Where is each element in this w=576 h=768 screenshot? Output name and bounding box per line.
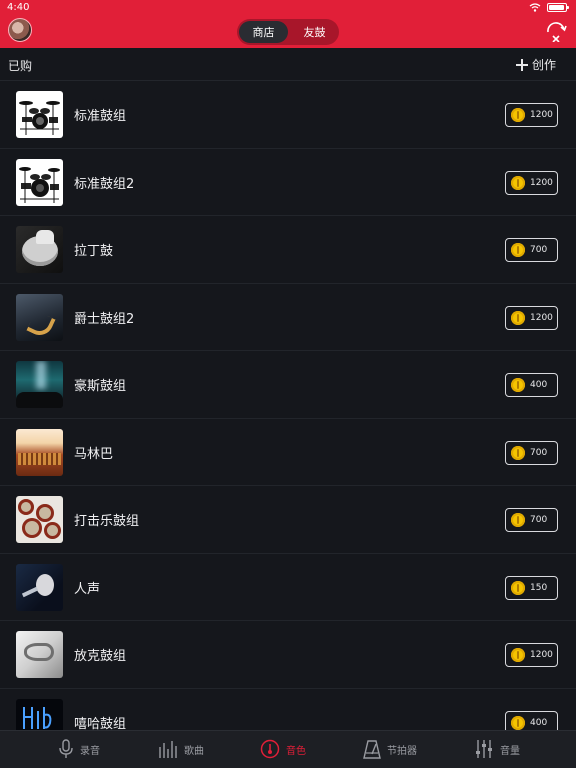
bottom-tab-bar: 录音 歌曲 音色 节拍器 音量 [0,730,576,768]
item-name: 马林巴 [74,446,114,462]
item-name: 豪斯鼓组 [74,379,127,394]
create-button[interactable]: 创作 [515,56,556,73]
tab-tones[interactable]: 音色 [260,739,306,759]
sliders-icon [476,740,492,758]
tab-label: 音色 [286,745,306,757]
metronome-icon [363,740,381,759]
item-name: 放克鼓组 [74,649,127,664]
drum-kit-thumbnail [16,91,63,138]
list-item[interactable]: 放克鼓组 1200 [0,621,576,689]
item-name: 嘻哈鼓组 [74,716,127,731]
list-item[interactable]: 标准鼓组 1200 [0,81,576,149]
item-name: 拉丁鼓 [74,244,114,259]
latin-drum-thumbnail [16,226,63,273]
coin-icon [511,580,525,595]
purchased-title: 已购 [8,59,33,73]
price-button[interactable]: 700 [505,440,558,465]
tab-friends[interactable]: 友鼓 [290,19,339,45]
coin-icon [511,378,525,392]
price-button[interactable]: 400 [505,710,558,730]
price-button[interactable]: 700 [505,238,558,262]
price-value: 700 [530,515,548,525]
create-label: 创作 [531,58,556,72]
tab-metronome[interactable]: 节拍器 [363,739,417,759]
avatar[interactable] [8,18,32,42]
coin-icon [511,175,525,190]
coin-icon [511,310,525,325]
list-item[interactable]: 马林巴 700 [0,419,576,486]
coin-icon [511,445,525,460]
tab-store[interactable]: 商店 [239,21,288,43]
price-button[interactable]: 1200 [505,305,558,330]
price-button[interactable]: 1200 [505,170,558,195]
tab-record[interactable]: 录音 [58,739,100,759]
battery-icon [547,3,569,12]
coin-icon [511,243,525,257]
list-item[interactable]: 拉丁鼓 700 [0,216,576,284]
drum-kit-thumbnail [16,158,63,206]
tab-label: 歌曲 [184,745,204,757]
brass-thumbnail [16,631,63,678]
item-name: 爵士鼓组2 [74,311,135,327]
wifi-icon [529,3,541,12]
saxophone-thumbnail [16,293,63,341]
neon-thumbnail [16,698,63,730]
item-name: 打击乐鼓组 [74,514,140,529]
bars-icon [159,741,177,758]
tab-volume[interactable]: 音量 [474,739,520,759]
price-value: 1200 [530,110,553,120]
list-item[interactable]: 豪斯鼓组 400 [0,351,576,419]
vocalist-thumbnail [16,563,63,611]
coin-icon [511,648,525,662]
price-value: 1200 [530,177,553,188]
price-value: 150 [530,582,548,593]
price-button[interactable]: 400 [505,373,558,397]
plus-icon [515,58,528,71]
price-value: 700 [530,245,548,255]
tone-icon [260,739,280,759]
price-value: 1200 [530,650,553,660]
item-name: 标准鼓组2 [74,176,135,192]
coin-icon [511,715,525,730]
sync-icon[interactable] [545,20,567,42]
status-time: 4:40 [7,2,30,13]
price-value: 700 [530,447,548,458]
marimba-thumbnail [16,428,63,476]
microphone-icon [59,739,73,758]
list-item[interactable]: 爵士鼓组2 1200 [0,284,576,351]
price-button[interactable]: 1200 [505,103,558,127]
percussion-thumbnail [16,496,63,543]
list-item[interactable]: 标准鼓组2 1200 [0,149,576,216]
status-icons [529,3,569,12]
sound-list: 标准鼓组 1200 标准鼓组2 1200 拉丁鼓 700 爵士鼓组2 1200 … [0,81,576,730]
list-item[interactable]: 嘻哈鼓组 400 [0,689,576,731]
tab-label: 录音 [80,745,100,757]
tab-label: 音量 [500,745,520,757]
price-button[interactable]: 150 [505,575,558,600]
item-name: 人声 [74,581,101,597]
list-item[interactable]: 人声 150 [0,554,576,621]
price-value: 400 [530,717,548,728]
coin-icon [511,513,525,527]
coin-icon [511,108,525,122]
price-value: 400 [530,380,548,390]
tab-songs[interactable]: 歌曲 [158,739,204,759]
tab-label: 节拍器 [387,745,417,757]
concert-crowd-thumbnail [16,361,63,408]
subheader: 已购 创作 [0,48,576,81]
item-name: 标准鼓组 [74,109,127,124]
price-button[interactable]: 700 [505,508,558,532]
store-friends-toggle: 商店 友鼓 [237,19,339,45]
price-value: 1200 [530,312,553,323]
price-button[interactable]: 1200 [505,643,558,667]
list-item[interactable]: 打击乐鼓组 700 [0,486,576,554]
top-header: 4:40 商店 友鼓 [0,0,576,48]
